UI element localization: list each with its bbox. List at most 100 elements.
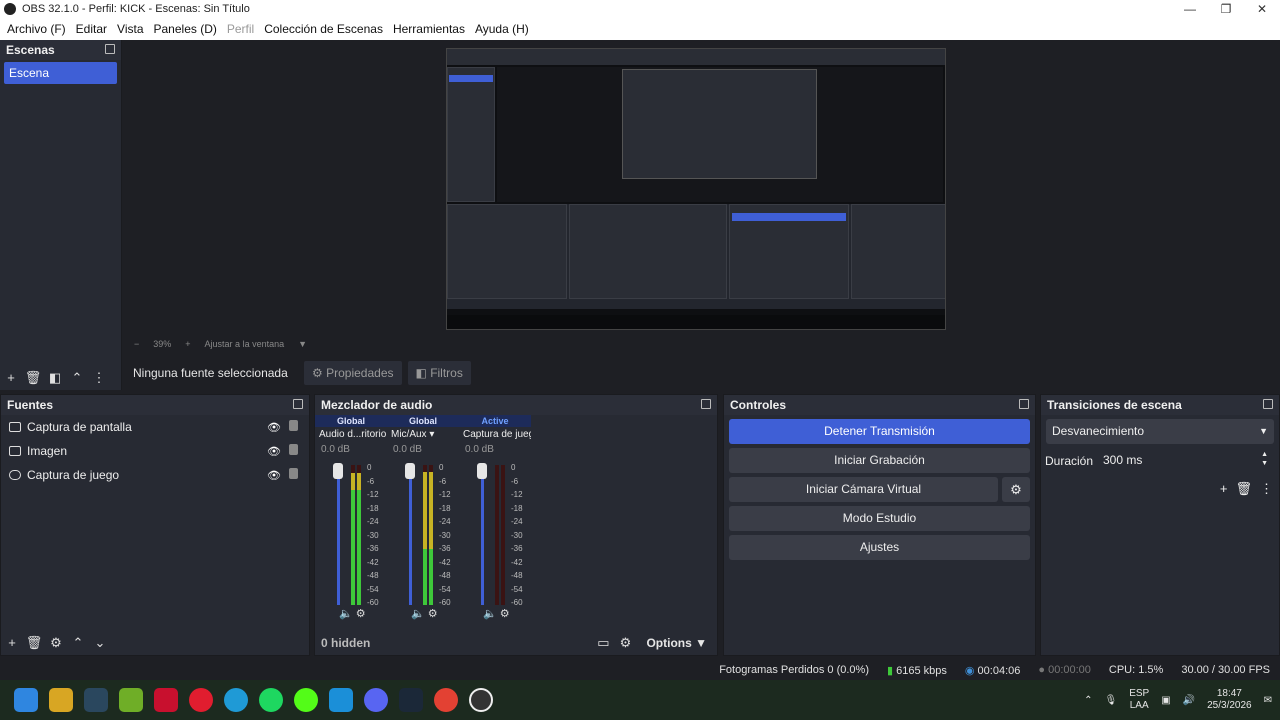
zoom-in-button[interactable]: + xyxy=(185,339,190,349)
obs-taskbar-icon[interactable] xyxy=(469,688,493,712)
channel-settings-icon[interactable]: ⚙ xyxy=(356,608,366,620)
volume-fader-track[interactable] xyxy=(409,465,412,605)
channel-name-select[interactable]: Mic/Aux ▾ xyxy=(387,427,459,443)
volume-fader-knob[interactable] xyxy=(477,463,487,479)
add-scene-button[interactable]: + xyxy=(0,367,22,389)
game-launcher-icon[interactable] xyxy=(154,688,178,712)
chrome-icon[interactable] xyxy=(434,688,458,712)
spin-arrows-icon[interactable]: ▲ ▼ xyxy=(1261,450,1268,468)
eye-icon[interactable]: 👁 xyxy=(267,421,281,434)
nvidia-icon[interactable] xyxy=(119,688,143,712)
maximize-button[interactable]: ❐ xyxy=(1208,0,1244,18)
move-up-button[interactable]: ⌃ xyxy=(66,367,88,389)
add-transition-button[interactable]: + xyxy=(1220,481,1228,497)
close-button[interactable]: ✕ xyxy=(1244,0,1280,18)
menu-paneles[interactable]: Paneles (D) xyxy=(149,18,222,40)
menu-coleccion-escenas[interactable]: Colección de Escenas xyxy=(259,18,388,40)
duration-spinbox[interactable]: 300 ms ▲ ▼ xyxy=(1099,448,1274,473)
menu-vista[interactable]: Vista xyxy=(112,18,148,40)
undock-icon[interactable] xyxy=(1019,399,1029,409)
sources-dock-title: Fuentes xyxy=(1,395,309,415)
stop-stream-button[interactable]: Detener Transmisión xyxy=(729,419,1030,444)
speaker-icon[interactable]: 🔈 xyxy=(411,608,425,620)
chevron-down-icon[interactable]: ▼ xyxy=(298,339,307,349)
scene-filters-button[interactable]: ◧ xyxy=(44,367,66,389)
volume-fader-knob[interactable] xyxy=(405,463,415,479)
spotify-icon[interactable] xyxy=(259,688,283,712)
minimize-button[interactable]: — xyxy=(1172,0,1208,18)
move-down-button[interactable]: ⌄ xyxy=(89,632,111,654)
volume-icon[interactable]: 🔊 xyxy=(1183,695,1195,706)
opera-icon[interactable] xyxy=(189,688,213,712)
kick-icon[interactable] xyxy=(294,688,318,712)
source-settings-button[interactable]: ⚙ xyxy=(45,632,67,654)
mixer-settings-icon[interactable]: ⚙ xyxy=(614,632,636,654)
lock-icon[interactable] xyxy=(289,444,298,455)
zoom-fit-select[interactable]: Ajustar a la ventana xyxy=(205,339,285,349)
more-icon[interactable]: ⋮ xyxy=(1260,481,1273,497)
volume-fader-knob[interactable] xyxy=(333,463,343,479)
undock-icon[interactable] xyxy=(701,399,711,409)
menu-editar[interactable]: Editar xyxy=(71,18,112,40)
gear-icon[interactable]: ⚙ xyxy=(1002,477,1030,502)
menu-perfil[interactable]: Perfil xyxy=(222,18,259,40)
menu-herramientas[interactable]: Herramientas xyxy=(388,18,470,40)
volume-fader-track[interactable] xyxy=(337,465,340,605)
eye-icon[interactable]: 👁 xyxy=(267,445,281,458)
channel-settings-icon[interactable]: ⚙ xyxy=(500,608,510,620)
preview-nested-mixer xyxy=(569,204,727,299)
delete-source-button[interactable]: 🗑 xyxy=(23,632,45,654)
menu-ayuda[interactable]: Ayuda (H) xyxy=(470,18,534,40)
channel-db: 0.0 dB xyxy=(465,444,494,455)
source-item[interactable]: Imagen 👁 xyxy=(1,439,309,463)
steam-icon-2[interactable] xyxy=(399,688,423,712)
add-source-button[interactable]: + xyxy=(1,632,23,654)
channel-name-select[interactable]: Captura de juego ▾ xyxy=(459,427,531,443)
lock-icon[interactable] xyxy=(289,468,298,479)
properties-button[interactable]: ⚙ Propiedades xyxy=(304,361,402,385)
filters-button[interactable]: ◧ Filtros xyxy=(407,361,471,385)
undock-icon[interactable] xyxy=(105,44,115,54)
onedrive-icon[interactable] xyxy=(329,688,353,712)
eye-icon[interactable]: 👁 xyxy=(267,469,281,482)
edge-icon[interactable] xyxy=(224,688,248,712)
menu-archivo[interactable]: Archivo (F) xyxy=(2,18,71,40)
settings-button[interactable]: Ajustes xyxy=(729,535,1030,560)
signal-icon: ▮ xyxy=(886,664,894,677)
language-indicator[interactable]: ESP LAA xyxy=(1129,688,1149,712)
speaker-icon[interactable]: 🔈 xyxy=(483,608,497,620)
rockstar-icon[interactable] xyxy=(49,688,73,712)
preview-nested-stop-button xyxy=(732,213,846,221)
delete-scene-button[interactable]: 🗑 xyxy=(22,367,44,389)
preview-canvas[interactable] xyxy=(446,48,946,330)
source-item[interactable]: Captura de pantalla 👁 xyxy=(1,415,309,439)
source-item[interactable]: Captura de juego 👁 xyxy=(1,463,309,487)
steam-icon[interactable] xyxy=(84,688,108,712)
move-up-button[interactable]: ⌃ xyxy=(67,632,89,654)
undock-icon[interactable] xyxy=(1263,399,1273,409)
windows-start-icon[interactable] xyxy=(14,688,38,712)
zoom-out-button[interactable]: − xyxy=(134,339,139,349)
discord-icon[interactable] xyxy=(364,688,388,712)
transition-select[interactable]: Desvanecimiento ▼ xyxy=(1046,419,1274,444)
volume-fader-track[interactable] xyxy=(481,465,484,605)
virtual-cam-button[interactable]: Iniciar Cámara Virtual xyxy=(729,477,998,502)
channel-settings-icon[interactable]: ⚙ xyxy=(428,608,438,620)
lock-icon[interactable] xyxy=(289,420,298,431)
notification-icon[interactable]: ✉ xyxy=(1264,695,1272,706)
clock[interactable]: 18:47 25/3/2026 xyxy=(1207,688,1252,712)
delete-transition-button[interactable]: 🗑 xyxy=(1235,481,1252,497)
network-icon[interactable]: ▣ xyxy=(1161,695,1170,706)
undock-icon[interactable] xyxy=(293,399,303,409)
db-tick: -48 xyxy=(439,571,451,580)
channel-name-select[interactable]: Audio d...ritorio ▾ xyxy=(315,427,387,443)
microphone-icon[interactable]: 🎙 xyxy=(1104,695,1117,706)
options-button[interactable]: Options ▼ xyxy=(636,636,717,650)
start-recording-button[interactable]: Iniciar Grabación xyxy=(729,448,1030,473)
more-icon[interactable]: ⋮ xyxy=(88,367,110,389)
layout-icon[interactable]: ▭ xyxy=(592,632,614,654)
speaker-icon[interactable]: 🔈 xyxy=(339,608,353,620)
chevron-up-icon[interactable]: ⌃ xyxy=(1084,695,1092,706)
studio-mode-button[interactable]: Modo Estudio xyxy=(729,506,1030,531)
scene-item[interactable]: Escena xyxy=(4,62,117,84)
